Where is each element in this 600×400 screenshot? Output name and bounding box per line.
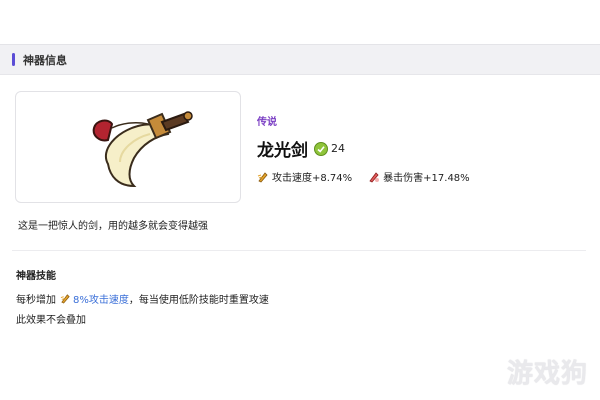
skill-line1-highlight: 8%攻击速度 [73, 295, 129, 306]
watermark-logo: 游戏狗 [506, 359, 588, 389]
skill-description-line2: 此效果不会叠加 [16, 315, 86, 326]
item-info: 传说 龙光剑 24 攻击速度+8.74% 暴击伤害+17.48% [257, 113, 486, 184]
crit-damage-icon [369, 171, 380, 182]
sword-icon [92, 111, 193, 188]
level-badge-icon [314, 141, 328, 156]
skill-line1-suffix: ，每当使用低阶技能时重置攻速 [128, 295, 269, 306]
stat-crit-damage: 暴击伤害+17.48% [368, 169, 470, 184]
item-level: 24 [331, 142, 345, 155]
stat-crit-damage-label: 暴击伤害+17.48% [383, 173, 470, 184]
item-rarity: 传说 [257, 117, 277, 128]
stat-attack-speed: 攻击速度+8.74% [257, 169, 352, 184]
item-stats: 攻击速度+8.74% 暴击伤害+17.48% [257, 169, 486, 184]
item-name-row: 龙光剑 24 [257, 136, 486, 161]
attack-speed-icon [257, 171, 268, 182]
stat-attack-speed-label: 攻击速度+8.74% [272, 173, 353, 184]
skill-title: 神器技能 [16, 271, 56, 282]
skill-description-line1: 每秒增加 8%攻击速度 ，每当使用低阶技能时重置攻速 [16, 291, 269, 306]
item-image-card [15, 91, 241, 203]
artifact-info-panel: 神器信息 传说 龙光剑 24 攻击速度+8.74% 暴击伤害+17.48% 这是… [0, 44, 600, 389]
panel-header: 神器信息 [0, 45, 600, 75]
skill-line1-prefix: 每秒增加 [16, 295, 56, 306]
panel-title: 神器信息 [23, 53, 67, 67]
section-divider [12, 250, 586, 251]
attack-speed-icon [60, 294, 70, 304]
item-name: 龙光剑 [257, 141, 308, 161]
item-description: 这是一把惊人的剑，用的越多就会变得越强 [18, 221, 208, 232]
header-accent-bar [12, 53, 15, 66]
